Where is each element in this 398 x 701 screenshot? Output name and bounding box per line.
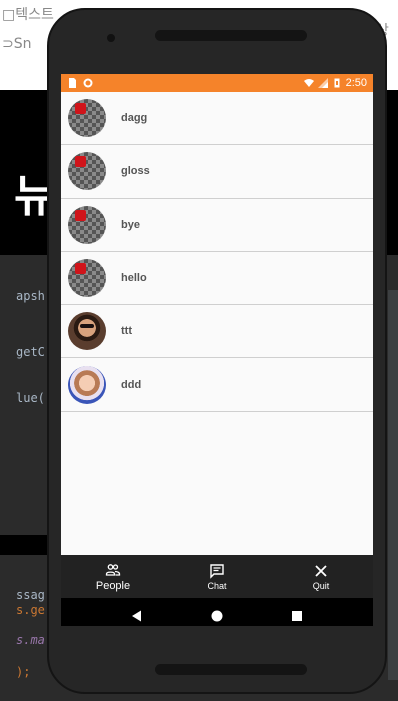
cell-signal-icon bbox=[317, 78, 328, 88]
code-line: s.ma bbox=[16, 633, 45, 647]
bottom-navigation: People Chat Quit bbox=[61, 555, 373, 598]
people-icon bbox=[105, 563, 121, 576]
phone-camera bbox=[107, 34, 115, 42]
people-list: dagg gloss bye hello ttt ddd bbox=[61, 92, 373, 412]
desktop-right-strip bbox=[388, 290, 398, 680]
tab-people[interactable]: People bbox=[61, 555, 165, 598]
code-line: ssag bbox=[16, 588, 45, 602]
avatar bbox=[68, 365, 106, 404]
user-name: dagg bbox=[121, 112, 148, 125]
avatar bbox=[68, 99, 106, 138]
user-name: ttt bbox=[121, 325, 132, 338]
list-item[interactable]: ttt bbox=[61, 305, 373, 359]
back-button[interactable] bbox=[130, 609, 144, 623]
desktop-text-line: ⊃Sn bbox=[2, 36, 32, 52]
phone-speaker-bottom bbox=[155, 664, 307, 675]
list-item[interactable]: bye bbox=[61, 199, 373, 252]
code-line: apsh bbox=[16, 289, 45, 303]
avatar bbox=[68, 259, 106, 298]
tab-people-label: People bbox=[95, 579, 131, 592]
recents-square-icon bbox=[292, 611, 302, 621]
back-triangle-icon bbox=[132, 610, 141, 622]
user-name: ddd bbox=[121, 378, 142, 391]
list-item[interactable]: ddd bbox=[61, 358, 373, 412]
code-line: s.ge bbox=[16, 603, 45, 617]
tab-quit[interactable]: Quit bbox=[269, 555, 373, 598]
home-button[interactable] bbox=[210, 609, 224, 623]
wifi-icon bbox=[303, 79, 314, 87]
avatar bbox=[68, 205, 106, 244]
user-name: gloss bbox=[121, 165, 150, 178]
tab-quit-label: Quit bbox=[312, 580, 330, 591]
avatar bbox=[68, 312, 106, 351]
user-name: hello bbox=[121, 272, 147, 285]
battery-icon bbox=[334, 78, 340, 88]
sd-card-icon bbox=[69, 78, 76, 88]
status-time: 2:50 bbox=[345, 77, 367, 89]
notification-icon bbox=[83, 78, 93, 88]
avatar bbox=[68, 152, 106, 191]
chat-icon bbox=[210, 563, 224, 579]
desktop-text-line: □텍스트 bbox=[2, 7, 54, 23]
code-line: getC bbox=[16, 345, 45, 359]
code-line: ); bbox=[16, 665, 31, 679]
recents-button[interactable] bbox=[290, 609, 304, 623]
phone-screen: 2:50 dagg gloss bye hello ttt ddd People… bbox=[61, 74, 373, 626]
tab-chat-label: Chat bbox=[207, 580, 227, 591]
status-bar: 2:50 bbox=[61, 74, 373, 92]
phone-speaker-top bbox=[155, 30, 307, 41]
close-icon bbox=[315, 564, 327, 577]
list-item[interactable]: gloss bbox=[61, 145, 373, 199]
code-line: lue( bbox=[16, 391, 45, 405]
phone-frame: 2:50 dagg gloss bye hello ttt ddd People… bbox=[47, 8, 387, 694]
list-item[interactable]: hello bbox=[61, 252, 373, 306]
list-item[interactable]: dagg bbox=[61, 92, 373, 146]
system-navigation-bar bbox=[61, 598, 373, 626]
user-name: bye bbox=[121, 218, 140, 231]
tab-chat[interactable]: Chat bbox=[165, 555, 269, 598]
home-circle-icon bbox=[211, 610, 223, 622]
